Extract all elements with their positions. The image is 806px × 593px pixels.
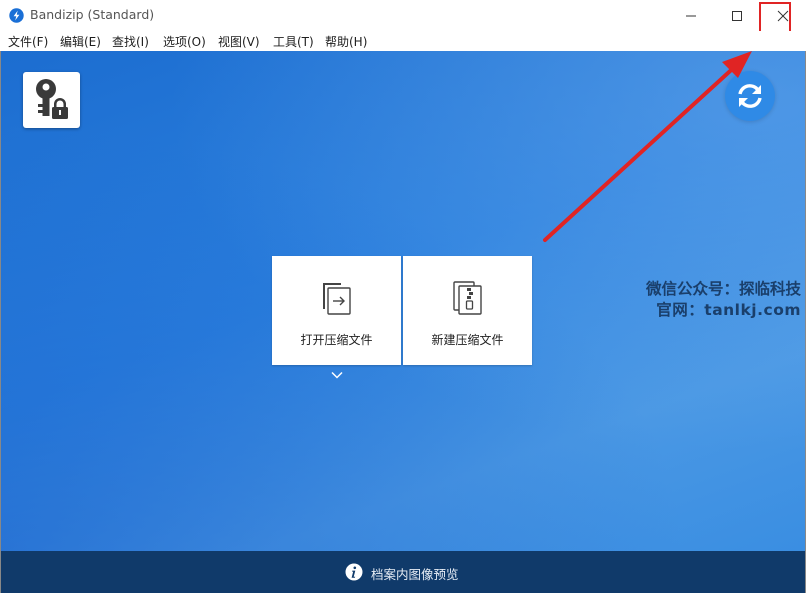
minimize-icon [686,15,696,17]
menu-options[interactable]: 选项(O) [163,33,206,50]
open-archive-label: 打开压缩文件 [300,333,373,347]
app-window: Bandizip (Standard) 文件(F) 编辑(E) 查找(I) 选项… [0,0,806,593]
chevron-down-icon[interactable] [331,371,343,379]
password-manager-button[interactable] [23,72,80,128]
menu-view[interactable]: 视图(V) [218,33,260,50]
new-archive-label: 新建压缩文件 [431,333,504,347]
menu-help[interactable]: 帮助(H) [325,33,367,50]
key-lock-icon [36,79,68,119]
new-archive-button[interactable]: 新建压缩文件 [403,256,532,365]
menu-file[interactable]: 文件(F) [8,33,48,50]
menu-tools[interactable]: 工具(T) [273,33,314,50]
maximize-icon [732,11,742,21]
minimize-button[interactable] [668,0,714,31]
bandizip-logo-icon [9,8,24,23]
window-title: Bandizip (Standard) [30,7,155,22]
watermark-line-1: 微信公众号：探临科技 [645,280,801,298]
menu-find[interactable]: 查找(I) [112,33,149,50]
watermark-text: 微信公众号：探临科技 官网：tanlkj.com [646,279,801,321]
new-archive-icon [453,281,482,315]
watermark-line-2: 官网：tanlkj.com [656,301,801,319]
open-archive-button[interactable]: 打开压缩文件 [272,256,401,365]
open-archive-icon [323,283,351,315]
preview-bar[interactable]: 档案内图像预览 [1,551,805,593]
maximize-button[interactable] [714,0,760,31]
menu-edit[interactable]: 编辑(E) [60,33,101,50]
title-bar[interactable]: Bandizip (Standard) [0,0,806,33]
window-border-left [0,51,1,593]
image-preview-label: 档案内图像预览 [371,567,459,582]
annotation-arrow [543,51,752,242]
info-icon [345,563,363,581]
close-highlight-box [759,2,791,33]
